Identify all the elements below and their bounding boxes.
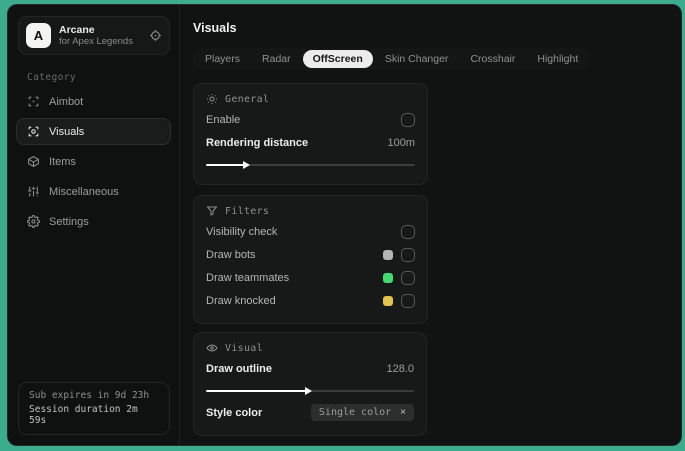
draw-knocked-color-swatch[interactable] [383, 295, 393, 306]
style-color-chip-value: Single color [318, 407, 392, 418]
filters-card: Filters Visibility check Draw bots Draw … [193, 195, 428, 324]
tab-crosshair[interactable]: Crosshair [460, 50, 525, 68]
draw-bots-color-swatch[interactable] [383, 249, 393, 260]
style-color-label: Style color [206, 406, 263, 419]
target-settings-icon[interactable] [149, 29, 162, 42]
style-color-chip[interactable]: Single color × [310, 404, 414, 421]
rendering-distance-value: 100m [387, 136, 415, 149]
sidebar-nav: Aimbot Visuals Items Miscellaneous Setti… [8, 88, 179, 235]
subscription-card: Sub expires in 9d 23h Session duration 2… [18, 382, 170, 435]
filter-row: Visibility check [206, 221, 415, 242]
draw-teammates-color-swatch[interactable] [383, 272, 393, 283]
sidebar-item-miscellaneous[interactable]: Miscellaneous [16, 178, 171, 205]
general-card-title: General [225, 93, 270, 105]
visual-card: Visual Draw outline 128.0 Style color Si… [193, 332, 427, 436]
brand-card: A Arcane for Apex Legends [18, 16, 170, 55]
filters-card-title: Filters [225, 205, 270, 217]
general-card: General Enable Rendering distance 100m [193, 83, 428, 185]
filter-row: Draw teammates [206, 267, 415, 288]
draw-knocked-checkbox[interactable] [401, 293, 415, 308]
session-duration-text: Session duration 2m 59s [29, 404, 138, 426]
draw-teammates-label: Draw teammates [206, 271, 290, 284]
app-logo: A [26, 23, 51, 48]
sun-icon [206, 93, 218, 105]
enable-label: Enable [206, 113, 241, 126]
sidebar-item-label: Items [49, 155, 76, 168]
tab-players[interactable]: Players [195, 50, 250, 68]
chip-remove-icon[interactable]: × [400, 407, 406, 418]
tab-offscreen[interactable]: OffScreen [302, 50, 373, 68]
sidebar: A Arcane for Apex Legends Category Aimbo… [8, 5, 180, 445]
visibility-check-checkbox[interactable] [401, 224, 415, 239]
sidebar-item-label: Aimbot [49, 95, 84, 108]
draw-outline-slider[interactable] [206, 386, 414, 396]
sidebar-item-aimbot[interactable]: Aimbot [16, 88, 171, 115]
draw-bots-checkbox[interactable] [401, 247, 415, 262]
draw-outline-value: 128.0 [386, 362, 414, 375]
main-panel: Visuals Players Radar OffScreen Skin Cha… [180, 5, 681, 445]
sub-expires-text: Sub expires in 9d 23h [29, 390, 150, 401]
visual-card-title: Visual [225, 342, 263, 354]
filter-row: Draw bots [206, 244, 415, 265]
sliders-icon [27, 185, 40, 198]
draw-outline-label: Draw outline [206, 362, 273, 375]
slider-fill [206, 161, 250, 169]
sidebar-item-label: Miscellaneous [49, 185, 119, 198]
crosshair-frame-icon [27, 95, 40, 108]
tab-highlight[interactable]: Highlight [527, 50, 588, 68]
visibility-check-label: Visibility check [206, 225, 278, 238]
draw-bots-label: Draw bots [206, 248, 256, 261]
cube-icon [27, 155, 40, 168]
draw-knocked-label: Draw knocked [206, 294, 276, 307]
sidebar-item-label: Settings [49, 215, 89, 228]
enable-checkbox[interactable] [401, 112, 415, 127]
category-label: Category [27, 72, 76, 83]
tab-skin-changer[interactable]: Skin Changer [375, 50, 459, 68]
tab-bar: Players Radar OffScreen Skin Changer Cro… [193, 48, 591, 70]
scan-eye-icon [27, 125, 40, 138]
sidebar-item-settings[interactable]: Settings [16, 208, 171, 235]
sidebar-item-visuals[interactable]: Visuals [16, 118, 171, 145]
draw-teammates-checkbox[interactable] [401, 270, 415, 285]
sidebar-item-label: Visuals [49, 125, 85, 138]
sidebar-item-items[interactable]: Items [16, 148, 171, 175]
gear-icon [27, 215, 40, 228]
rendering-distance-slider[interactable] [206, 160, 415, 170]
app-window: A Arcane for Apex Legends Category Aimbo… [7, 4, 682, 446]
tab-radar[interactable]: Radar [252, 50, 301, 68]
eye-icon [206, 342, 218, 354]
rendering-distance-label: Rendering distance [206, 136, 309, 149]
page-title: Visuals [193, 21, 237, 35]
slider-fill [206, 387, 312, 395]
app-subtitle: for Apex Legends [59, 35, 133, 47]
app-name: Arcane [59, 23, 95, 36]
funnel-icon [206, 205, 218, 217]
filter-row: Draw knocked [206, 290, 415, 311]
